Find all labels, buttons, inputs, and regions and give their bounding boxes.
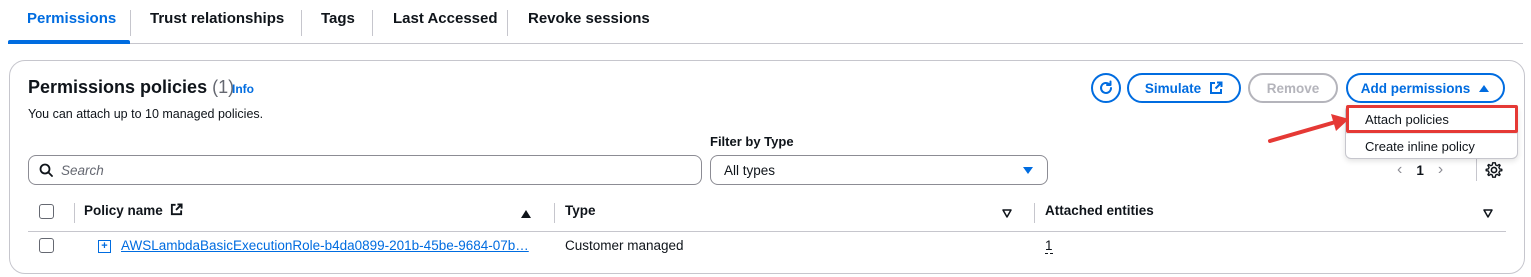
caret-down-icon <box>1023 166 1033 174</box>
sort-ascending-icon[interactable] <box>521 210 531 218</box>
expand-row-icon[interactable]: + <box>98 240 111 253</box>
tab-trust-relationships[interactable]: Trust relationships <box>150 10 284 34</box>
attached-entities-count[interactable]: 1 <box>1045 238 1053 254</box>
simulate-button[interactable]: Simulate <box>1127 73 1241 103</box>
active-tab-indicator <box>8 40 130 44</box>
type-filter-value: All types <box>724 162 776 178</box>
simulate-label: Simulate <box>1144 80 1202 96</box>
tab-revoke-sessions[interactable]: Revoke sessions <box>528 10 650 34</box>
panel-title: Permissions policies (1) <box>28 77 234 98</box>
type-filter-select[interactable]: All types <box>710 155 1048 185</box>
pagination: ‹ 1 › <box>1397 161 1443 179</box>
policy-type: Customer managed <box>565 238 684 253</box>
remove-button[interactable]: Remove <box>1248 73 1338 103</box>
remove-label: Remove <box>1266 80 1320 96</box>
filter-by-type-label: Filter by Type <box>710 134 794 149</box>
page-number[interactable]: 1 <box>1416 163 1424 178</box>
sort-descending-icon[interactable] <box>1483 209 1493 218</box>
column-label-policy-name: Policy name <box>84 203 163 218</box>
permissions-policies-panel: Permissions policies (1) Info You can at… <box>9 60 1525 274</box>
tab-divider <box>372 10 373 36</box>
previous-page-icon[interactable]: ‹ <box>1397 161 1402 179</box>
panel-description: You can attach up to 10 managed policies… <box>28 107 264 121</box>
annotation-arrow-icon <box>1268 114 1349 143</box>
add-permissions-menu: Attach policies Create inline policy <box>1345 105 1518 159</box>
search-input[interactable] <box>61 162 661 178</box>
add-permissions-label: Add permissions <box>1360 80 1471 96</box>
tab-divider <box>507 10 508 36</box>
info-link[interactable]: Info <box>232 82 254 96</box>
column-divider <box>554 203 555 223</box>
tab-permissions[interactable]: Permissions <box>27 10 116 34</box>
add-permissions-button[interactable]: Add permissions <box>1346 73 1505 103</box>
menu-item-create-inline-policy[interactable]: Create inline policy <box>1346 133 1517 159</box>
column-header-policy-name[interactable]: Policy name <box>84 203 183 218</box>
sort-descending-icon[interactable] <box>1002 209 1012 218</box>
tab-last-accessed[interactable]: Last Accessed <box>393 10 498 34</box>
policy-count: (1) <box>212 77 235 97</box>
next-page-icon[interactable]: › <box>1438 161 1443 179</box>
tab-divider <box>301 10 302 36</box>
refresh-button[interactable] <box>1091 73 1121 103</box>
row-checkbox[interactable] <box>39 238 54 253</box>
column-divider <box>1034 203 1035 223</box>
panel-title-text: Permissions policies <box>28 77 208 97</box>
policy-name-link[interactable]: AWSLambdaBasicExecutionRole-b4da0899-201… <box>121 238 529 253</box>
caret-up-icon <box>1479 85 1490 92</box>
tab-bar: Permissions Trust relationships Tags Las… <box>8 0 1523 44</box>
select-all-checkbox[interactable] <box>39 204 54 219</box>
tab-tags[interactable]: Tags <box>321 10 355 34</box>
column-header-attached-entities[interactable]: Attached entities <box>1045 203 1154 218</box>
menu-item-attach-policies[interactable]: Attach policies <box>1346 107 1517 133</box>
search-field[interactable] <box>28 155 702 185</box>
refresh-icon <box>1100 80 1112 94</box>
column-header-type[interactable]: Type <box>565 203 596 218</box>
search-icon <box>39 163 53 177</box>
gear-icon[interactable] <box>1485 161 1503 179</box>
tab-divider <box>130 10 131 36</box>
table-row: + AWSLambdaBasicExecutionRole-b4da0899-2… <box>28 229 1506 265</box>
table-header: Policy name Type Attached entities <box>28 196 1506 232</box>
external-link-icon <box>1210 81 1223 94</box>
column-divider <box>74 203 75 223</box>
pager-divider <box>1476 159 1477 181</box>
external-link-icon <box>170 203 183 216</box>
